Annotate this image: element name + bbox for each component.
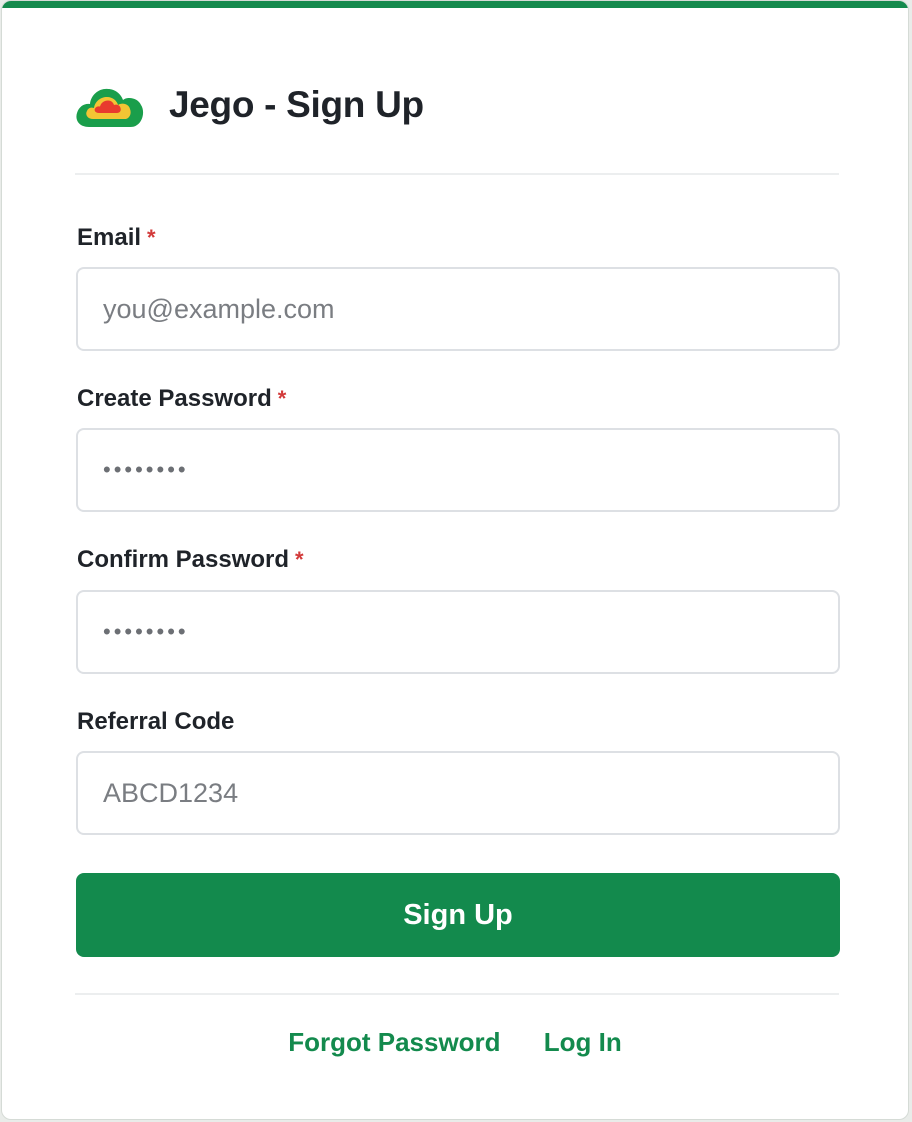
footer-divider bbox=[75, 993, 839, 995]
required-marker: * bbox=[147, 225, 156, 250]
create-password-label-text: Create Password bbox=[77, 385, 272, 412]
log-in-link[interactable]: Log In bbox=[544, 1027, 622, 1057]
required-marker: * bbox=[295, 547, 304, 572]
confirm-password-label: Confirm Password * bbox=[77, 545, 304, 575]
create-password-label: Create Password * bbox=[77, 384, 286, 414]
confirm-password-label-text: Confirm Password bbox=[77, 546, 290, 573]
signup-card: Jego - Sign Up Email* Create Password* C… bbox=[1, 0, 909, 1120]
referral-code-label-text: Referral Code bbox=[77, 708, 235, 735]
referral-code-input[interactable] bbox=[76, 751, 840, 835]
confirm-password-input[interactable] bbox=[76, 590, 840, 674]
cloud-logo-icon bbox=[76, 88, 144, 127]
email-label: Email * bbox=[77, 223, 156, 253]
forgot-password-link[interactable]: Forgot Password bbox=[288, 1027, 500, 1057]
header-divider bbox=[75, 173, 839, 175]
footer-links: Forgot Password Log In bbox=[2, 1027, 908, 1058]
email-label-text: Email bbox=[77, 224, 142, 251]
email-input[interactable] bbox=[76, 267, 840, 351]
page-title: Jego - Sign Up bbox=[169, 84, 424, 125]
accent-bar bbox=[2, 1, 908, 8]
create-password-input[interactable] bbox=[76, 428, 840, 512]
sign-up-button[interactable]: Sign Up bbox=[76, 873, 840, 957]
required-marker: * bbox=[277, 386, 287, 411]
header: Jego - Sign Up bbox=[75, 77, 424, 133]
referral-code-label: Referral Code bbox=[77, 707, 234, 737]
